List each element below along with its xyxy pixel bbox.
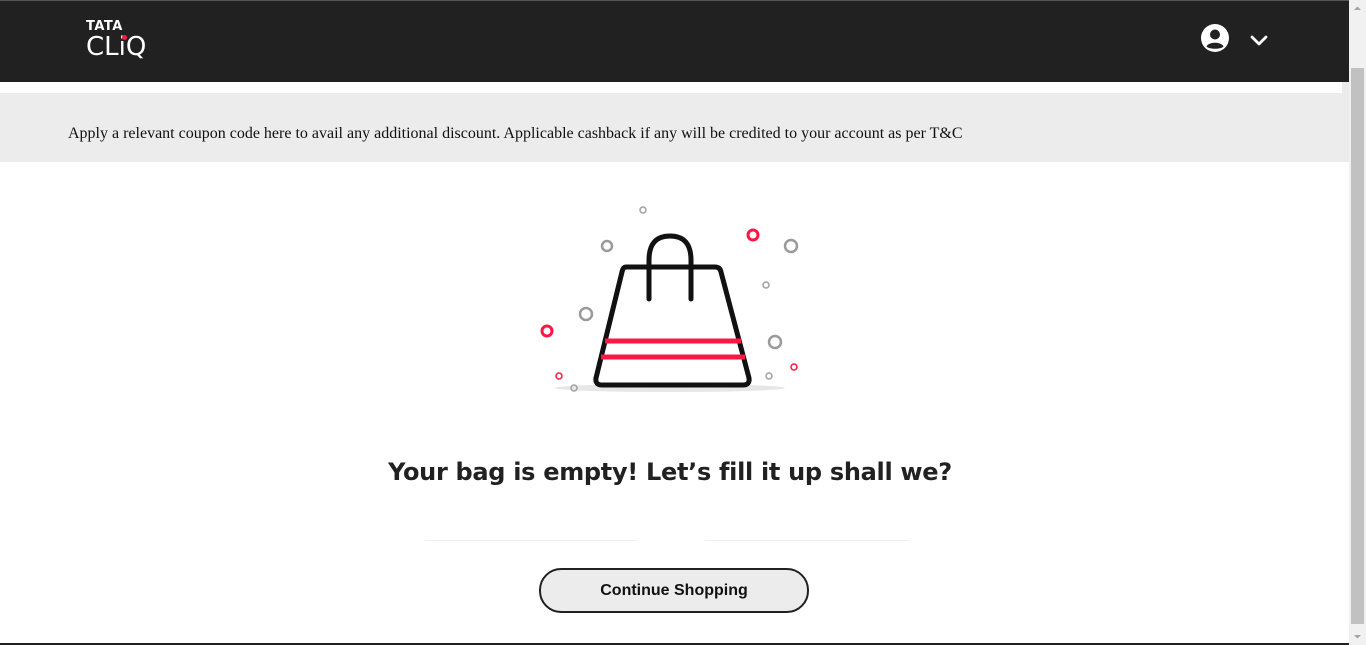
empty-bag-message: Your bag is empty! Let’s fill it up shal… <box>388 458 952 486</box>
vertical-scrollbar[interactable] <box>1349 0 1366 645</box>
tata-cliq-logo[interactable]: TATA CLiQ <box>86 20 156 64</box>
logo-dot <box>122 35 127 40</box>
coupon-banner: Apply a relevant coupon code here to ava… <box>0 93 1349 162</box>
coupon-info-text: Apply a relevant coupon code here to ava… <box>68 125 963 142</box>
banner-corner <box>1342 82 1349 93</box>
divider-right <box>705 540 910 541</box>
cart-page: TATA CLiQ Apply a relevant coupon code h… <box>0 0 1366 645</box>
logo-text-bottom: CLiQ <box>86 32 147 62</box>
user-circle-icon[interactable] <box>1200 23 1230 53</box>
scroll-up-arrow-icon[interactable] <box>1349 0 1366 17</box>
shopping-bag-icon <box>540 206 799 392</box>
divider-left <box>425 540 637 541</box>
top-header: TATA CLiQ <box>0 0 1349 82</box>
chevron-down-icon[interactable] <box>1249 31 1269 51</box>
scrollbar-thumb[interactable] <box>1351 68 1364 624</box>
continue-shopping-button[interactable]: Continue Shopping <box>539 568 809 613</box>
scroll-down-arrow-icon[interactable] <box>1349 628 1366 645</box>
